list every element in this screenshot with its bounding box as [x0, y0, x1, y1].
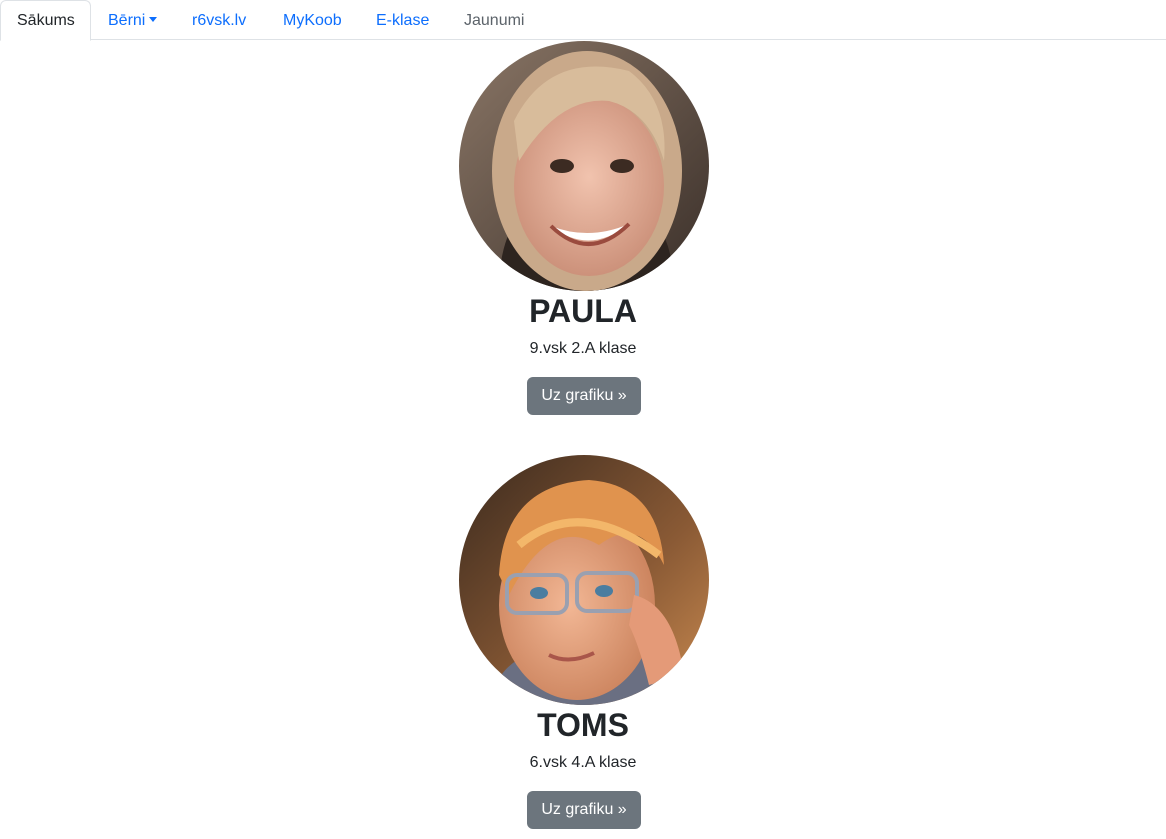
- tab-berni-dropdown[interactable]: Bērni: [92, 0, 173, 41]
- tab-jaunumi[interactable]: Jaunumi: [448, 0, 540, 41]
- girl-portrait-image: [459, 41, 709, 291]
- schedule-button[interactable]: Uz grafiku »: [527, 791, 641, 829]
- tab-r6vsk[interactable]: r6vsk.lv: [176, 0, 262, 41]
- child-card: TOMS 6.vsk 4.A klase Uz grafiku »: [0, 455, 1166, 835]
- child-class: 9.vsk 2.A klase: [529, 340, 637, 357]
- tab-eklase[interactable]: E-klase: [360, 0, 445, 41]
- avatar: [459, 455, 709, 705]
- schedule-button[interactable]: Uz grafiku »: [527, 377, 641, 415]
- child-name: TOMS: [537, 707, 629, 743]
- child-class: 6.vsk 4.A klase: [529, 754, 637, 771]
- nav-tabs: Sākums Bērni r6vsk.lv MyKoob E-klase Jau…: [0, 0, 1166, 41]
- tab-berni-label: Bērni: [108, 12, 146, 29]
- child-name: PAULA: [529, 293, 637, 329]
- child-card: PAULA 9.vsk 2.A klase Uz grafiku »: [0, 41, 1166, 421]
- caret-down-icon: [149, 17, 158, 22]
- boy-portrait-image: [459, 455, 709, 705]
- avatar: [459, 41, 709, 291]
- tab-mykoob[interactable]: MyKoob: [267, 0, 358, 41]
- tab-sakums[interactable]: Sākums: [0, 0, 91, 41]
